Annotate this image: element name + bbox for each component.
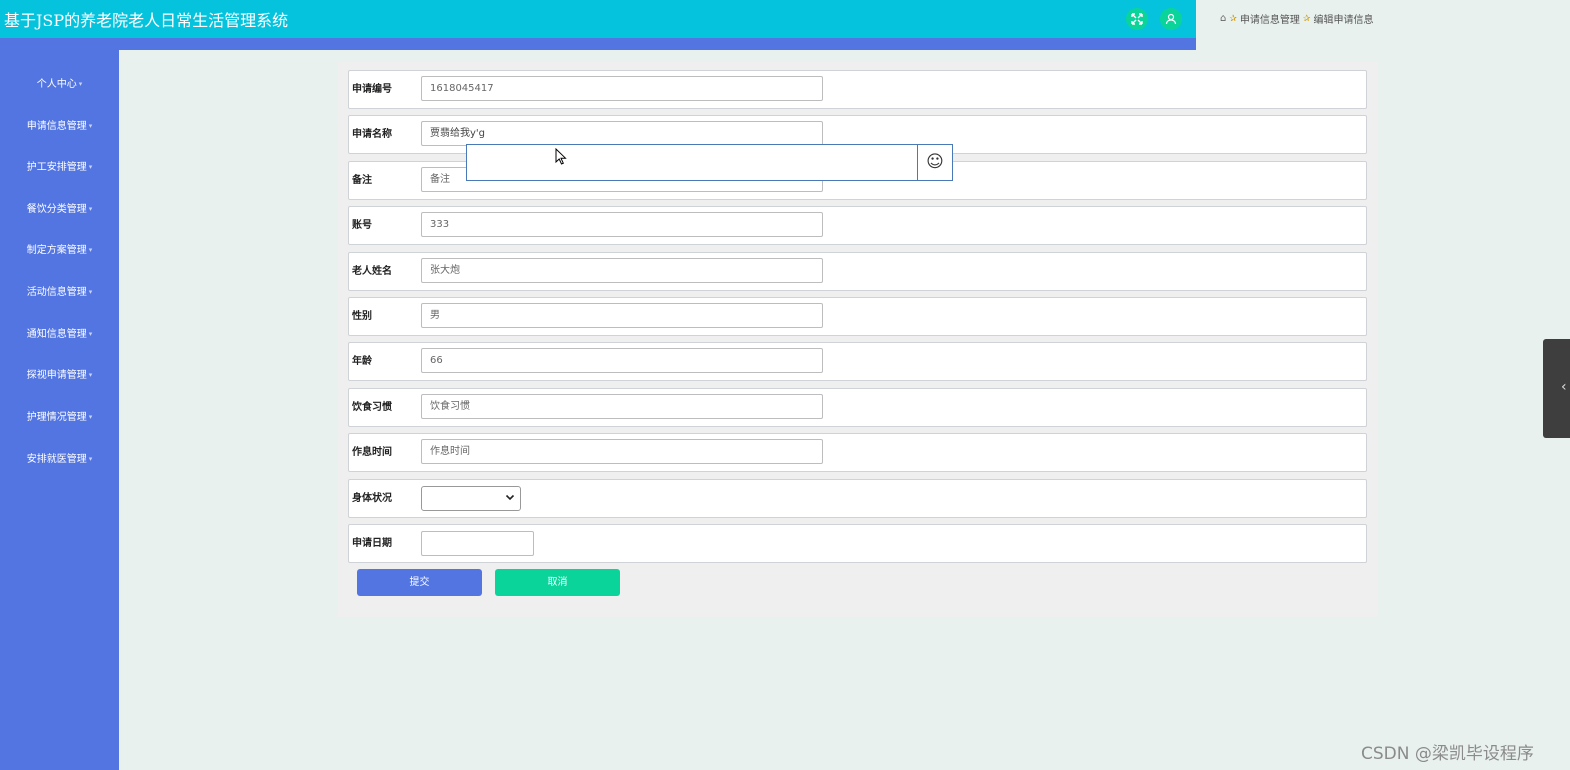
form-row-health: 身体状况	[348, 479, 1367, 518]
sidebar-item-notice[interactable]: 通知信息管理 ▾	[0, 325, 119, 340]
caret-down-icon: ▾	[88, 163, 93, 171]
user-icon[interactable]	[1160, 8, 1182, 30]
sidebar: 个人中心 ▾ 申请信息管理 ▾ 护工安排管理 ▾ 餐饮分类管理 ▾ 制定方案管理 ▾ 活动…	[0, 50, 119, 770]
smiley-icon[interactable]: ☺	[925, 152, 945, 172]
sidebar-item-plan[interactable]: 制定方案管理 ▾	[0, 241, 119, 256]
sidebar-item-label: 安排就医管理	[26, 454, 87, 465]
field-label: 身体状况	[352, 493, 392, 504]
sidebar-item-label: 护工安排管理	[26, 162, 87, 173]
caret-down-icon: ▾	[88, 246, 93, 254]
field-label: 申请编号	[352, 84, 392, 95]
caret-down-icon: ▾	[88, 371, 93, 379]
schedule-input[interactable]: 作息时间	[421, 439, 823, 464]
application-no-input[interactable]: 1618045417	[421, 76, 823, 101]
star-icon: ✰	[1229, 13, 1237, 24]
app-title: 基于JSP的养老院老人日常生活管理系统	[4, 11, 289, 30]
field-label: 申请日期	[352, 538, 392, 549]
side-panel-toggle[interactable]: ‹	[1543, 339, 1570, 438]
gender-input[interactable]: 男	[421, 303, 823, 328]
top-header: 基于JSP的养老院老人日常生活管理系统	[0, 0, 1196, 38]
field-label: 饮食习惯	[352, 402, 392, 413]
sidebar-item-caregiver[interactable]: 护工安排管理 ▾	[0, 158, 119, 173]
sidebar-item-label: 餐饮分类管理	[26, 204, 87, 215]
field-label: 申请名称	[352, 129, 392, 140]
watermark: CSDN @梁凯毕设程序	[1361, 744, 1534, 764]
sidebar-item-label: 活动信息管理	[26, 287, 87, 298]
chevron-down-icon	[505, 492, 515, 505]
sidebar-item-label: 制定方案管理	[26, 245, 87, 256]
apply-date-input[interactable]	[421, 531, 534, 556]
home-icon[interactable]: ⌂	[1220, 13, 1226, 24]
fullscreen-icon[interactable]	[1126, 8, 1148, 30]
header-accent-bar	[0, 38, 1196, 50]
mouse-cursor-icon	[555, 147, 567, 169]
age-input[interactable]: 66	[421, 348, 823, 373]
sidebar-item-label: 个人中心	[36, 79, 77, 90]
sidebar-item-medical[interactable]: 安排就医管理 ▾	[0, 450, 119, 465]
caret-down-icon: ▾	[88, 330, 93, 338]
caret-down-icon: ▾	[88, 122, 93, 130]
sidebar-item-catering[interactable]: 餐饮分类管理 ▾	[0, 200, 119, 215]
sidebar-item-application[interactable]: 申请信息管理 ▾	[0, 117, 119, 132]
form-row-apply-date: 申请日期	[348, 524, 1367, 563]
sidebar-item-nursing[interactable]: 护理情况管理 ▾	[0, 408, 119, 423]
health-status-select[interactable]	[421, 486, 521, 511]
form-row-elder-name: 老人姓名 张大炮	[348, 252, 1367, 291]
field-label: 年龄	[352, 356, 372, 367]
form-row-account: 账号 333	[348, 206, 1367, 245]
sidebar-item-label: 护理情况管理	[26, 412, 87, 423]
ime-candidate-popup[interactable]: ☺	[466, 144, 953, 181]
form-row-age: 年龄 66	[348, 342, 1367, 381]
field-label: 性别	[352, 311, 372, 322]
form-row-diet: 饮食习惯 饮食习惯	[348, 388, 1367, 427]
field-label: 作息时间	[352, 447, 392, 458]
sidebar-item-label: 通知信息管理	[26, 329, 87, 340]
star-icon: ✰	[1302, 13, 1311, 24]
sidebar-item-activity[interactable]: 活动信息管理 ▾	[0, 283, 119, 298]
chevron-left-icon: ‹	[1561, 379, 1567, 395]
application-name-input[interactable]: 贾翡给我y'g	[421, 121, 823, 146]
form-row-gender: 性别 男	[348, 297, 1367, 336]
breadcrumb-item-level2: 编辑申请信息	[1313, 15, 1374, 26]
form-row-schedule: 作息时间 作息时间	[348, 433, 1367, 472]
elder-name-input[interactable]: 张大炮	[421, 258, 823, 283]
caret-down-icon: ▾	[78, 80, 83, 88]
sidebar-item-label: 探视申请管理	[26, 370, 87, 381]
form-row-application-no: 申请编号 1618045417	[348, 70, 1367, 109]
sidebar-item-visit[interactable]: 探视申请管理 ▾	[0, 366, 119, 381]
field-label: 老人姓名	[352, 266, 392, 277]
caret-down-icon: ▾	[88, 205, 93, 213]
ime-divider	[917, 145, 918, 180]
sidebar-item-personal-center[interactable]: 个人中心 ▾	[0, 75, 119, 90]
caret-down-icon: ▾	[88, 455, 93, 463]
breadcrumb-item-level1[interactable]: 申请信息管理	[1240, 11, 1300, 26]
caret-down-icon: ▾	[88, 413, 93, 421]
sidebar-item-label: 申请信息管理	[26, 121, 87, 132]
account-input[interactable]: 333	[421, 212, 823, 237]
caret-down-icon: ▾	[88, 288, 93, 296]
breadcrumb: ⌂ ✰ 申请信息管理 ✰ 编辑申请信息	[1220, 11, 1373, 26]
field-label: 账号	[352, 220, 372, 231]
diet-habit-input[interactable]: 饮食习惯	[421, 394, 823, 419]
submit-button[interactable]: 提交	[357, 569, 482, 596]
cancel-button[interactable]: 取消	[495, 569, 620, 596]
field-label: 备注	[352, 175, 372, 186]
